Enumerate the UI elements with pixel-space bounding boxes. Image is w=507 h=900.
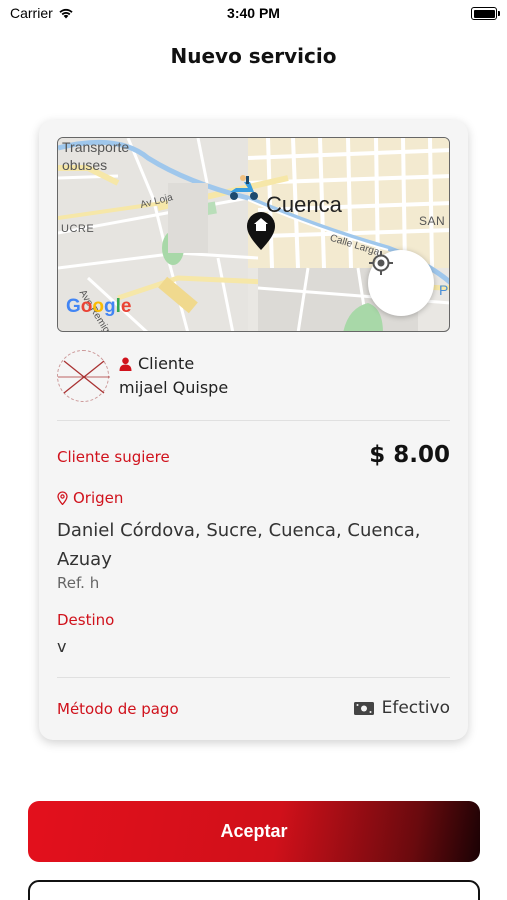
battery-icon <box>471 7 500 20</box>
divider <box>57 420 450 421</box>
map-view[interactable]: Transporte obuses Cuenca Av Loja UCRE SA… <box>57 137 450 332</box>
suggested-price-label: Cliente sugiere <box>57 448 170 466</box>
suggested-price-value: $ 8.00 <box>369 442 450 468</box>
map-label-san: SAN <box>419 214 446 228</box>
avatar <box>57 350 110 402</box>
divider <box>57 677 450 678</box>
client-name: mijael Quispe <box>119 378 229 397</box>
map-label-p: P <box>439 282 449 298</box>
payment-method: Efectivo <box>353 698 450 718</box>
accept-button[interactable]: Aceptar <box>28 801 480 862</box>
payment-method-label: Método de pago <box>57 700 179 718</box>
clock: 3:40 PM <box>227 5 280 21</box>
service-card: Transporte obuses Cuenca Av Loja UCRE SA… <box>39 120 468 740</box>
client-label: Cliente <box>119 354 194 373</box>
payment-method-value: Efectivo <box>381 698 450 718</box>
locate-button[interactable] <box>368 250 434 316</box>
map-label-buses: obuses <box>62 157 108 173</box>
client-label-text: Cliente <box>138 354 195 373</box>
map-label-ucre: UCRE <box>61 223 95 235</box>
origin-reference: Ref. h <box>57 574 100 592</box>
origin-address: Daniel Córdova, Sucre, Cuenca, Cuenca, A… <box>57 520 421 570</box>
map-label-city: Cuenca <box>266 192 342 217</box>
destination-value: v <box>57 637 67 656</box>
avatar-placeholder-icon <box>58 360 110 394</box>
locate-icon <box>369 251 393 275</box>
google-logo: Google <box>66 296 132 317</box>
destination-label: Destino <box>57 611 115 629</box>
secondary-button[interactable] <box>28 880 480 900</box>
page-title: Nuevo servicio <box>170 44 337 68</box>
cash-icon <box>353 701 374 715</box>
person-icon <box>119 357 132 371</box>
location-pin-icon <box>57 491 68 505</box>
status-bar: Carrier 3:40 PM <box>0 0 507 30</box>
origin-label-text: Origen <box>73 489 124 507</box>
map-label-transporte: Transporte <box>62 139 130 155</box>
origin-label: Origen <box>57 489 123 507</box>
